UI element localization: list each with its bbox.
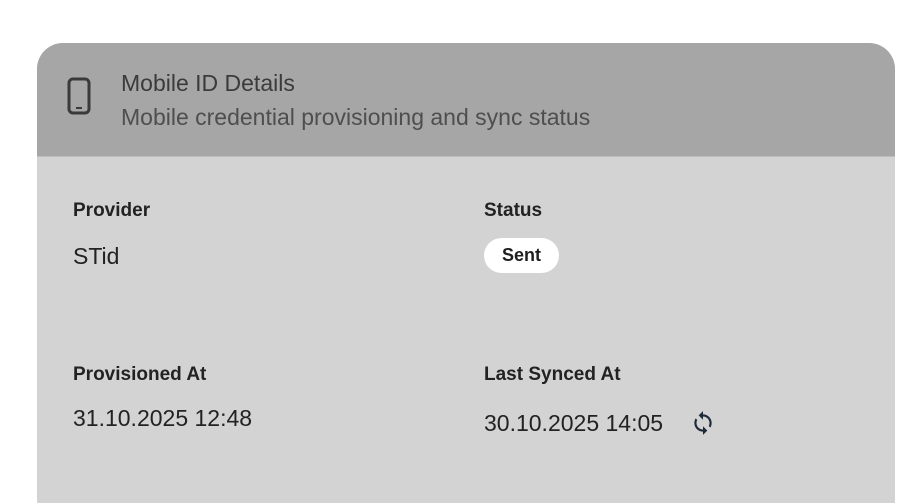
provider-value: STid <box>73 243 120 269</box>
sync-icon <box>690 410 716 441</box>
card-title: Mobile ID Details <box>121 70 295 96</box>
card-header: Mobile ID Details Mobile credential prov… <box>37 43 895 157</box>
status-badge: Sent <box>484 238 560 273</box>
sync-button[interactable] <box>687 409 719 441</box>
status-label: Status <box>484 200 543 221</box>
card-subtitle: Mobile credential provisioning and sync … <box>121 104 591 130</box>
last-synced-at-value: 30.10.2025 14:05 <box>484 410 664 436</box>
provisioned-at-label: Provisioned At <box>73 364 207 385</box>
last-synced-at-label: Last Synced At <box>484 364 621 385</box>
provider-label: Provider <box>73 200 151 221</box>
provisioned-at-value: 31.10.2025 12:48 <box>73 405 253 431</box>
mobile-id-card: Mobile ID Details Mobile credential prov… <box>37 43 895 503</box>
phone-icon <box>65 77 93 117</box>
